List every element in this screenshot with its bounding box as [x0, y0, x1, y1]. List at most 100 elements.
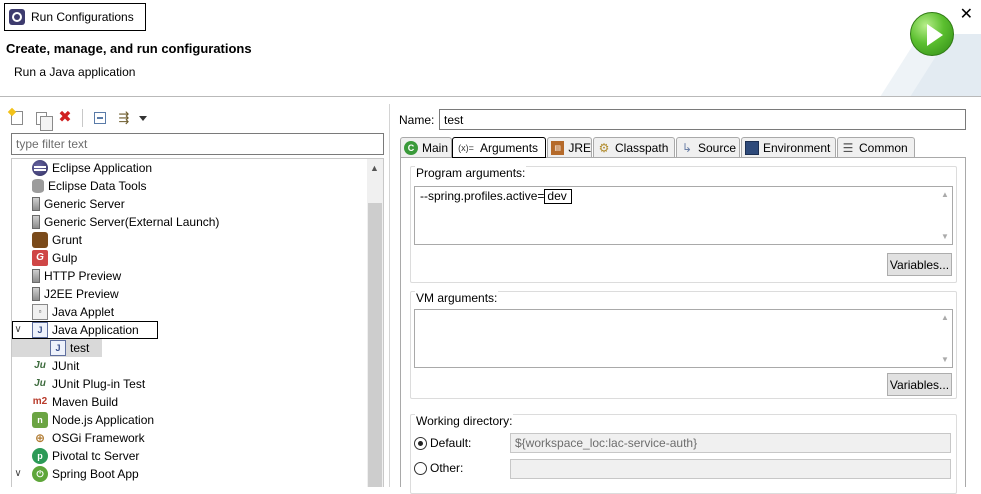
tree-scrollbar[interactable]: ▲: [367, 159, 383, 487]
tab-common[interactable]: ☰ Common: [837, 137, 915, 157]
tree-item[interactable]: Generic Server(External Launch): [12, 213, 368, 231]
tree-item[interactable]: Ju JUnit Plug-in Test: [12, 375, 368, 393]
tab-main[interactable]: C Main: [400, 137, 452, 157]
program-arguments-textarea[interactable]: --spring.profiles.active= dev ▲ ▼: [414, 186, 953, 245]
tree-item-label: Grunt: [52, 233, 83, 247]
tree-item-label: Pivotal tc Server: [52, 449, 140, 463]
other-radio[interactable]: [414, 461, 427, 475]
tree-item[interactable]: ∨ J Java Application: [12, 321, 158, 339]
chevron-down-icon[interactable]: ∨: [12, 321, 24, 339]
tree-item-label: Spring Boot App: [52, 467, 139, 481]
osgi-icon: ⊕: [34, 431, 46, 445]
tree-item[interactable]: ▫ Java Applet: [12, 303, 368, 321]
tree-item[interactable]: HTTP Preview: [12, 267, 368, 285]
tab-label: Common: [859, 140, 908, 155]
vm-arguments-label: VM arguments:: [415, 291, 499, 305]
default-radio[interactable]: [414, 436, 427, 450]
vm-arguments-scrollbar[interactable]: ▲ ▼: [938, 310, 952, 367]
scroll-up-icon[interactable]: ▲: [941, 313, 949, 322]
header-title: Create, manage, and run configurations: [6, 41, 252, 56]
program-arguments-value: --spring.profiles.active= dev: [420, 189, 572, 204]
tree-item[interactable]: Ju JUnit: [12, 357, 368, 375]
tree-item-label: Node.js Application: [52, 413, 155, 427]
tree-item[interactable]: J2EE Preview: [12, 285, 368, 303]
pivotal-icon: p: [32, 448, 48, 464]
scroll-down-icon[interactable]: ▼: [941, 232, 949, 241]
scroll-up-icon[interactable]: ▲: [941, 190, 949, 199]
duplicate-icon[interactable]: [30, 107, 53, 131]
scroll-up-icon[interactable]: ▲: [370, 163, 379, 173]
classpath-tab-icon: ⚙: [598, 140, 610, 155]
program-arguments-highlight: dev: [544, 189, 572, 204]
default-radio-row[interactable]: Default:: [414, 436, 471, 450]
name-input[interactable]: [439, 109, 966, 130]
tree-item[interactable]: m2 Maven Build: [12, 393, 368, 411]
tree-item[interactable]: Eclipse Data Tools: [12, 177, 368, 195]
tree-item[interactable]: Grunt: [12, 231, 368, 249]
configuration-tree: Eclipse Application Eclipse Data Tools Gen…: [11, 158, 384, 487]
scroll-down-icon[interactable]: ▼: [941, 355, 949, 364]
tree-item[interactable]: Jtest: [12, 339, 102, 357]
tab-source[interactable]: ↳ Source: [676, 137, 740, 157]
tree-item-label: Java Applet: [52, 305, 115, 319]
tree-item[interactable]: n Node.js Application: [12, 411, 368, 429]
program-variables-button[interactable]: Variables...: [887, 253, 952, 276]
tree-item[interactable]: ∨ ⏻ Spring Boot App: [12, 465, 368, 483]
tab-environment[interactable]: Environment: [741, 137, 836, 157]
tree-item[interactable]: Eclipse Application: [12, 159, 368, 177]
vm-arguments-group: VM arguments: ▲ ▼ Variables...: [410, 291, 957, 399]
chevron-down-icon[interactable]: ∨: [12, 465, 24, 483]
tree-scrollbar-thumb[interactable]: [368, 203, 382, 487]
source-tab-icon: ↳: [681, 140, 693, 155]
arguments-tab-icon: (x)=: [458, 143, 474, 153]
server-icon: [32, 215, 40, 229]
database-icon: [32, 179, 44, 193]
server-icon: [32, 197, 40, 211]
tree-item-label: test: [70, 341, 90, 355]
program-arguments-scrollbar[interactable]: ▲ ▼: [938, 187, 952, 244]
tab-label: Classpath: [615, 140, 669, 155]
tab-arguments[interactable]: (x)= Arguments: [452, 137, 546, 158]
filter-icon[interactable]: ⇶: [113, 107, 135, 129]
new-configuration-icon[interactable]: [6, 107, 28, 129]
configuration-list-pane: ✖ ⇶ Eclipse Application Eclipse Data Tool…: [0, 104, 389, 487]
default-radio-label: Default:: [430, 436, 472, 450]
eclipse-app-icon: [9, 9, 25, 25]
toolbar-divider: [82, 109, 83, 127]
tree-item-label: HTTP Preview: [44, 269, 122, 283]
tree-item-label: J2EE Preview: [44, 287, 119, 301]
filter-input[interactable]: [11, 133, 384, 155]
program-arguments-label: Program arguments:: [415, 166, 527, 180]
close-icon[interactable]: ✕: [960, 7, 973, 23]
tree-item[interactable]: G Gulp: [12, 249, 368, 267]
tab-label: Environment: [763, 140, 831, 155]
tab-classpath[interactable]: ⚙ Classpath: [593, 137, 675, 157]
filter-menu-chevron-down-icon[interactable]: [139, 115, 147, 121]
applet-icon: ▫: [32, 304, 48, 320]
tree-item-label: Eclipse Application: [52, 161, 153, 175]
server-icon: [32, 269, 40, 283]
delete-icon[interactable]: ✖: [54, 107, 76, 129]
environment-tab-icon: [745, 140, 759, 155]
vm-variables-button[interactable]: Variables...: [887, 373, 952, 396]
tree-item[interactable]: p Pivotal tc Server: [12, 447, 368, 465]
arguments-tab-content: Program arguments: --spring.profiles.act…: [400, 157, 966, 494]
grunt-icon: [32, 232, 48, 248]
run-icon: [910, 12, 954, 56]
program-arguments-prefix: --spring.profiles.active=: [420, 189, 545, 203]
tree-item[interactable]: Generic Server: [12, 195, 368, 213]
other-radio-row[interactable]: Other:: [414, 461, 463, 475]
configuration-editor-pane: Name: C Main (x)= Arguments ▤ JRE ⚙ Clas…: [395, 104, 981, 494]
eclipse-icon: [32, 160, 48, 176]
java-app-icon: J: [50, 340, 66, 356]
collapse-all-icon[interactable]: [89, 107, 111, 129]
nodejs-icon: n: [32, 412, 48, 428]
spring-boot-icon: ⏻: [32, 466, 48, 482]
tree-item-label: OSGi Framework: [52, 431, 145, 445]
maven-icon: m2: [32, 396, 48, 407]
tab-jre[interactable]: ▤ JRE: [547, 137, 592, 157]
tab-label: Source: [698, 140, 737, 155]
tree-item-label: JUnit: [52, 359, 80, 373]
vm-arguments-textarea[interactable]: ▲ ▼: [414, 309, 953, 368]
tree-item[interactable]: ⊕ OSGi Framework: [12, 429, 368, 447]
